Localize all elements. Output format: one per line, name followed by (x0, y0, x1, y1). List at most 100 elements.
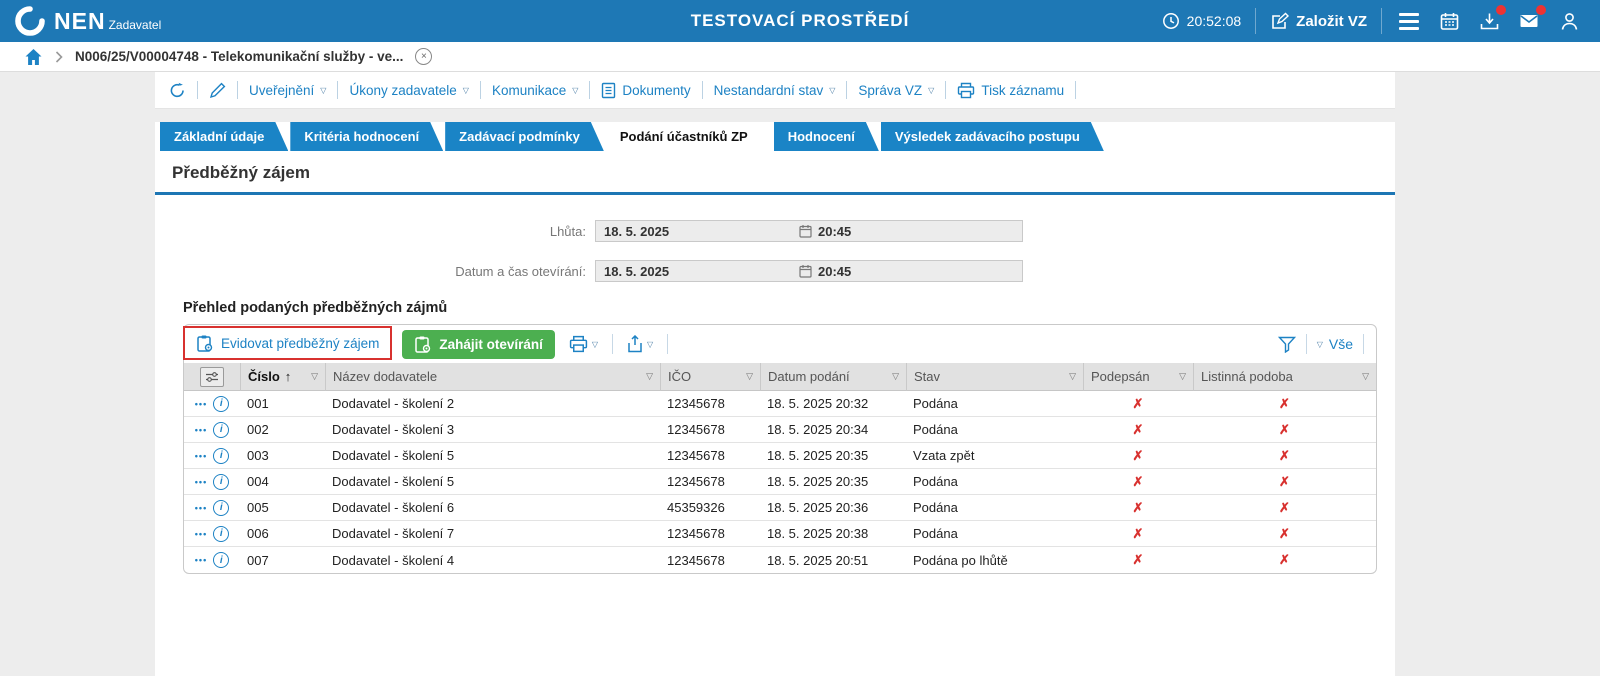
column-filter-icon[interactable]: ▽ (640, 371, 653, 382)
col-ico[interactable]: IČO ▽ (660, 363, 760, 391)
refresh-icon (170, 82, 184, 97)
column-filter-icon[interactable]: ▽ (1356, 371, 1369, 382)
row-menu-icon[interactable]: ••• (195, 425, 207, 435)
cell-cislo: 002 (240, 417, 325, 443)
chevron-down-icon: ▽ (462, 86, 469, 95)
info-icon[interactable]: i (213, 525, 230, 542)
logo-subtitle: Zadavatel (108, 17, 162, 32)
col-nazev-dodavatele[interactable]: Název dodavatele ▽ (325, 363, 660, 391)
cell-cislo: 005 (240, 495, 325, 521)
cross-icon: ✗ (1132, 395, 1144, 411)
print-record-button[interactable]: Tisk záznamu (957, 82, 1064, 99)
info-icon[interactable]: i (213, 395, 230, 412)
downloads-button[interactable] (1476, 5, 1506, 34)
info-icon[interactable]: i (213, 499, 230, 516)
filter-button[interactable] (1277, 336, 1296, 353)
col-datum-podani[interactable]: Datum podání ▽ (760, 363, 906, 391)
menu-nestandardni-stav[interactable]: Nestandardní stav ▽ (714, 83, 836, 98)
table-row: ••• i 006 Dodavatel - školení 7 12345678… (184, 521, 1376, 547)
logo-text: NEN (54, 7, 106, 34)
column-filter-icon[interactable]: ▽ (1063, 371, 1076, 382)
row-menu-icon[interactable]: ••• (195, 477, 207, 487)
submissions-panel: Evidovat předběžný zájem Zahájit otevírá… (183, 324, 1377, 574)
cross-icon: ✗ (1279, 473, 1290, 489)
cross-icon: ✗ (1279, 499, 1290, 515)
row-menu-icon[interactable]: ••• (195, 399, 207, 409)
filter-all-dropdown[interactable]: ▽ Vše (1317, 336, 1353, 352)
menu-sprava-vz[interactable]: Správa VZ ▽ (858, 83, 934, 98)
tab-vysledek-zadavaciho-postupu[interactable]: Výsledek zadávacího postupu (881, 122, 1104, 151)
table-row: ••• i 007 Dodavatel - školení 4 12345678… (184, 547, 1376, 573)
register-interest-button[interactable]: Evidovat předběžný zájem (183, 326, 393, 360)
row-menu-icon[interactable]: ••• (195, 451, 207, 461)
opening-date-value[interactable]: 18. 5. 2025 (596, 264, 799, 279)
col-cislo[interactable]: Číslo ↑ ▽ (240, 363, 325, 391)
tab-kriteria-hodnoceni[interactable]: Kritéria hodnocení (290, 122, 443, 151)
cross-icon: ✗ (1279, 421, 1290, 437)
breadcrumb: N006/25/V00004748 - Telekomunikační služ… (0, 42, 1600, 72)
menu-dokumenty[interactable]: Dokumenty (601, 82, 691, 99)
calendar-button[interactable] (1436, 8, 1462, 34)
info-icon[interactable]: i (213, 421, 230, 438)
page-title: Předběžný zájem (172, 163, 310, 182)
calendar-small-icon[interactable] (799, 264, 812, 278)
cross-icon: ✗ (1132, 473, 1144, 489)
refresh-button[interactable] (169, 82, 186, 99)
close-record-icon[interactable]: × (415, 48, 433, 65)
list-heading: Přehled podaných předběžných zájmů (183, 300, 448, 316)
column-settings-button[interactable] (200, 366, 224, 387)
tab-podani-ucastniku-zp[interactable]: Podání účastníků ZP (606, 122, 772, 151)
clock-icon (1162, 13, 1179, 29)
row-menu-icon[interactable]: ••• (195, 503, 207, 513)
deadline-label: Lhůta: (549, 223, 586, 239)
home-icon[interactable] (24, 48, 43, 66)
row-menu-icon[interactable]: ••• (195, 529, 207, 539)
col-podepsan[interactable]: Podepsán ▽ (1083, 363, 1193, 391)
column-filter-icon[interactable]: ▽ (740, 371, 753, 382)
breadcrumb-chevron-icon (55, 50, 63, 63)
cross-icon: ✗ (1132, 421, 1144, 437)
messages-button[interactable] (1516, 5, 1546, 34)
menu-ukony-zadavatele[interactable]: Úkony zadavatele ▽ (349, 83, 468, 98)
tab-zadavaci-podminky[interactable]: Zadávací podmínky (445, 122, 604, 151)
create-vz-button[interactable]: Založit VZ (1270, 12, 1367, 31)
main-menu-button[interactable] (1396, 8, 1422, 34)
cell-ico: 12345678 (667, 552, 725, 568)
deadline-field[interactable]: 18. 5. 2025 20:45 (595, 220, 1023, 242)
start-opening-button[interactable]: Zahájit otevírání (402, 329, 555, 359)
column-filter-icon[interactable]: ▽ (886, 371, 899, 382)
table-row: ••• i 003 Dodavatel - školení 5 12345678… (184, 443, 1376, 469)
column-filter-icon[interactable]: ▽ (1173, 371, 1186, 382)
menu-komunikace[interactable]: Komunikace ▽ (492, 83, 578, 98)
cell-stav: Podána po lhůtě (913, 552, 1008, 568)
opening-field[interactable]: 18. 5. 2025 20:45 (595, 260, 1023, 282)
column-filter-icon[interactable]: ▽ (305, 371, 318, 382)
cell-cislo: 006 (240, 521, 325, 547)
cell-datum-podani: 18. 5. 2025 20:32 (760, 391, 906, 417)
edit-record-button[interactable] (209, 82, 226, 99)
chevron-down-icon: ▽ (320, 86, 327, 95)
download-tray-icon (1480, 13, 1498, 29)
edit-square-icon (1272, 12, 1290, 29)
row-menu-icon[interactable]: ••• (195, 555, 207, 565)
cell-cislo: 007 (247, 552, 269, 568)
calendar-small-icon[interactable] (799, 224, 812, 238)
export-button[interactable]: ▽ (627, 335, 653, 353)
col-stav[interactable]: Stav ▽ (906, 363, 1083, 391)
info-icon[interactable]: i (213, 473, 230, 490)
tab-hodnoceni[interactable]: Hodnocení (774, 122, 879, 151)
opening-time-value[interactable]: 20:45 (812, 264, 851, 279)
col-listinna-podoba[interactable]: Listinná podoba ▽ (1193, 363, 1376, 391)
tab-zakladni-udaje[interactable]: Základní údaje (160, 122, 288, 151)
panel-toolbar: Evidovat předběžný zájem Zahájit otevírá… (183, 325, 1376, 363)
info-icon[interactable]: i (213, 447, 230, 464)
breadcrumb-record[interactable]: N006/25/V00004748 - Telekomunikační služ… (75, 49, 403, 64)
menu-uverejneni[interactable]: Uveřejnění ▽ (249, 83, 326, 98)
cell-cislo: 003 (240, 443, 325, 469)
info-icon[interactable]: i (213, 552, 230, 568)
deadline-time-value[interactable]: 20:45 (812, 224, 851, 239)
print-list-button[interactable]: ▽ (569, 335, 598, 353)
deadline-date-value[interactable]: 18. 5. 2025 (596, 224, 799, 239)
user-profile-button[interactable] (1556, 8, 1582, 34)
nen-logo[interactable]: NEN Zadavatel (14, 5, 161, 37)
